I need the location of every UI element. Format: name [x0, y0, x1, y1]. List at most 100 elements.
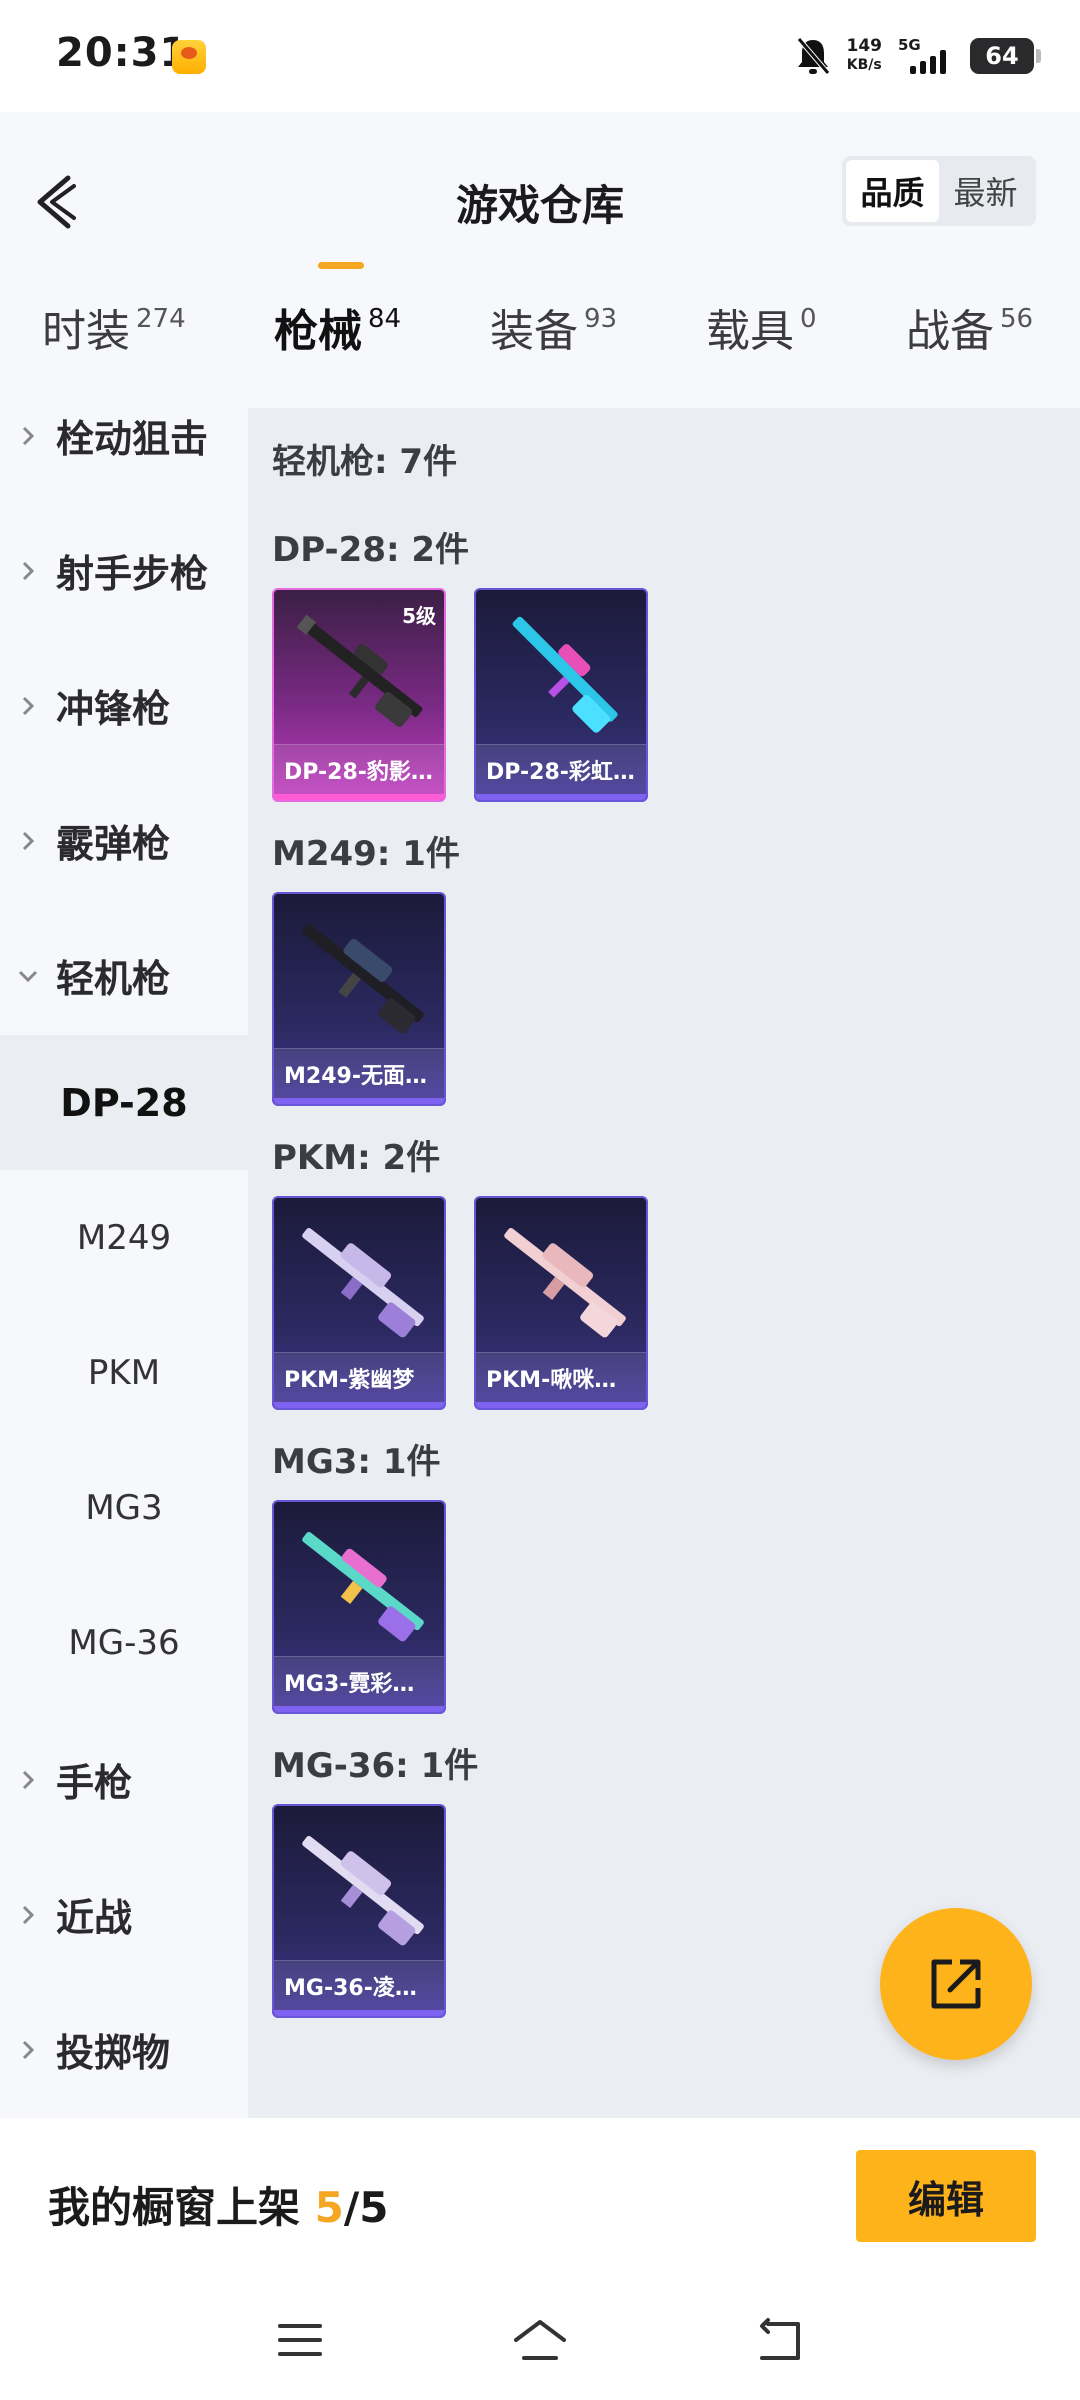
sidebar-item-label: 投掷物 — [56, 2031, 171, 2075]
skin-name: PKM-啾咪… — [486, 1368, 617, 1393]
section-title: DP-28: 2件 — [272, 530, 470, 570]
home-nav-button[interactable] — [508, 2308, 572, 2372]
section-title: PKM: 2件 — [272, 1138, 441, 1178]
quality-line — [476, 1402, 646, 1408]
tab-supplies[interactable]: 战备 56 — [906, 302, 1033, 362]
sidebar-item-label: 轻机枪 — [56, 957, 171, 1001]
signal-indicator: 5G — [898, 36, 954, 76]
chevron-right-icon — [0, 424, 56, 448]
sidebar-item-label: 冲锋枪 — [56, 687, 171, 731]
battery-level: 64 — [985, 42, 1019, 70]
sidebar-sub-mg3[interactable]: MG3 — [0, 1440, 248, 1575]
skin-card[interactable]: MG3-霓彩… — [272, 1500, 446, 1714]
chevron-right-icon — [0, 1903, 56, 1927]
sidebar-item-lmg[interactable]: 轻机枪 — [0, 908, 248, 1043]
tab-count: 84 — [368, 304, 402, 334]
skin-card[interactable]: PKM-啾咪… — [474, 1196, 648, 1410]
net-speed: 149 KB/s — [847, 37, 883, 75]
signal-bars-icon — [910, 50, 946, 74]
app-notification-icon — [172, 40, 206, 74]
chevron-right-icon — [0, 1768, 56, 1792]
tab-count: 274 — [136, 304, 186, 334]
tab-label: 载具 — [706, 306, 794, 357]
chevron-right-icon — [0, 829, 56, 853]
tab-count: 93 — [584, 304, 618, 334]
quality-line — [274, 794, 444, 800]
share-button[interactable] — [880, 1908, 1032, 2060]
tab-firearms[interactable]: 枪械 84 — [274, 302, 401, 362]
active-tab-indicator — [318, 262, 364, 269]
sidebar-item-label: 霰弹枪 — [56, 822, 171, 866]
page-header: 游戏仓库 品质 最新 时装 274 枪械 84 装备 93 载具 0 战备 56 — [0, 112, 1080, 412]
tab-fashion[interactable]: 时装 274 — [42, 302, 186, 362]
skin-card[interactable]: MG-36-凌… — [272, 1804, 446, 2018]
sidebar-item-bolt-sniper[interactable]: 栓动狙击 — [0, 408, 248, 503]
weapon-list: 轻机枪: 7件 DP-28: 2件 5级 DP-28-豹影… DP-28-彩虹…… — [248, 408, 1080, 2118]
sort-toggle: 品质 最新 — [842, 156, 1036, 226]
back-nav-button[interactable] — [748, 2308, 812, 2372]
sidebar-item-shotgun[interactable]: 霰弹枪 — [0, 773, 248, 908]
sidebar-item-pistol[interactable]: 手枪 — [0, 1712, 248, 1847]
showcase-panel: 我的橱窗上架 5/5 编辑 — [0, 2118, 1080, 2278]
chevron-right-icon — [0, 2038, 56, 2062]
sidebar-sub-mg36[interactable]: MG-36 — [0, 1575, 248, 1710]
quality-line — [274, 1402, 444, 1408]
sidebar-sub-pkm[interactable]: PKM — [0, 1305, 248, 1440]
sidebar-item-throwable[interactable]: 投掷物 — [0, 1982, 248, 2117]
home-icon — [514, 2320, 566, 2360]
skin-name: DP-28-豹影… — [284, 760, 433, 785]
section-title: MG3: 1件 — [272, 1442, 441, 1482]
tab-label: 时装 — [42, 306, 130, 357]
quality-line — [274, 1098, 444, 1104]
sidebar-item-label: 射手步枪 — [56, 552, 209, 596]
tab-vehicles[interactable]: 载具 0 — [706, 302, 817, 362]
sidebar-item-smg[interactable]: 冲锋枪 — [0, 638, 248, 773]
tab-label: 装备 — [490, 306, 578, 357]
sidebar-item-label: 近战 — [56, 1896, 133, 1940]
skin-name: PKM-紫幽梦 — [284, 1368, 415, 1393]
chevron-down-icon — [0, 966, 56, 986]
skin-name: MG3-霓彩… — [284, 1672, 415, 1697]
quality-line — [274, 1706, 444, 1712]
system-nav-bar — [0, 2278, 1080, 2400]
sort-quality-option[interactable]: 品质 — [846, 160, 939, 222]
tab-label: 战备 — [906, 306, 994, 357]
skin-name: M249-无面… — [284, 1064, 427, 1089]
category-tabs: 时装 274 枪械 84 装备 93 载具 0 战备 56 — [0, 302, 1080, 412]
sidebar-item-dmr[interactable]: 射手步枪 — [0, 503, 248, 638]
category-summary: 轻机枪: 7件 — [272, 442, 458, 482]
status-bar: 20:31 149 KB/s 5G 64 — [0, 0, 1080, 112]
sort-newest-option[interactable]: 最新 — [939, 160, 1032, 222]
showcase-label-text: 我的橱窗上架 — [48, 2183, 315, 2232]
tab-label: 枪械 — [274, 306, 362, 357]
skin-card[interactable]: PKM-紫幽梦 — [272, 1196, 446, 1410]
showcase-total-count: /5 — [343, 2183, 389, 2232]
skin-card[interactable]: M249-无面… — [272, 892, 446, 1106]
tab-equipment[interactable]: 装备 93 — [490, 302, 617, 362]
section-title: MG-36: 1件 — [272, 1746, 479, 1786]
net-speed-value: 149 — [846, 36, 883, 56]
weapon-image — [302, 1835, 424, 1946]
skin-name: MG-36-凌… — [284, 1976, 417, 2001]
bell-muted-icon — [795, 36, 831, 76]
status-indicators: 149 KB/s 5G 64 — [795, 32, 1041, 80]
menu-nav-button[interactable] — [268, 2308, 332, 2372]
skin-name: DP-28-彩虹… — [486, 760, 635, 785]
sidebar-sub-m249[interactable]: M249 — [0, 1170, 248, 1305]
weapon-image — [302, 1531, 424, 1642]
net-speed-unit: KB/s — [846, 57, 882, 73]
battery-icon: 64 — [970, 38, 1041, 74]
weapon-image — [504, 1227, 626, 1338]
sidebar-item-label: 手枪 — [56, 1761, 133, 1805]
weapon-image — [302, 1227, 424, 1338]
sidebar-sub-dp28[interactable]: DP-28 — [0, 1035, 248, 1170]
section-title: M249: 1件 — [272, 834, 460, 874]
skin-card[interactable]: DP-28-彩虹… — [474, 588, 648, 802]
skin-card[interactable]: 5级 DP-28-豹影… — [272, 588, 446, 802]
edit-button[interactable]: 编辑 — [856, 2150, 1036, 2242]
status-time: 20:31 — [56, 30, 189, 76]
sidebar-item-melee[interactable]: 近战 — [0, 1847, 248, 1982]
menu-icon — [278, 2324, 322, 2356]
quality-line — [476, 794, 646, 800]
chevron-right-icon — [0, 694, 56, 718]
